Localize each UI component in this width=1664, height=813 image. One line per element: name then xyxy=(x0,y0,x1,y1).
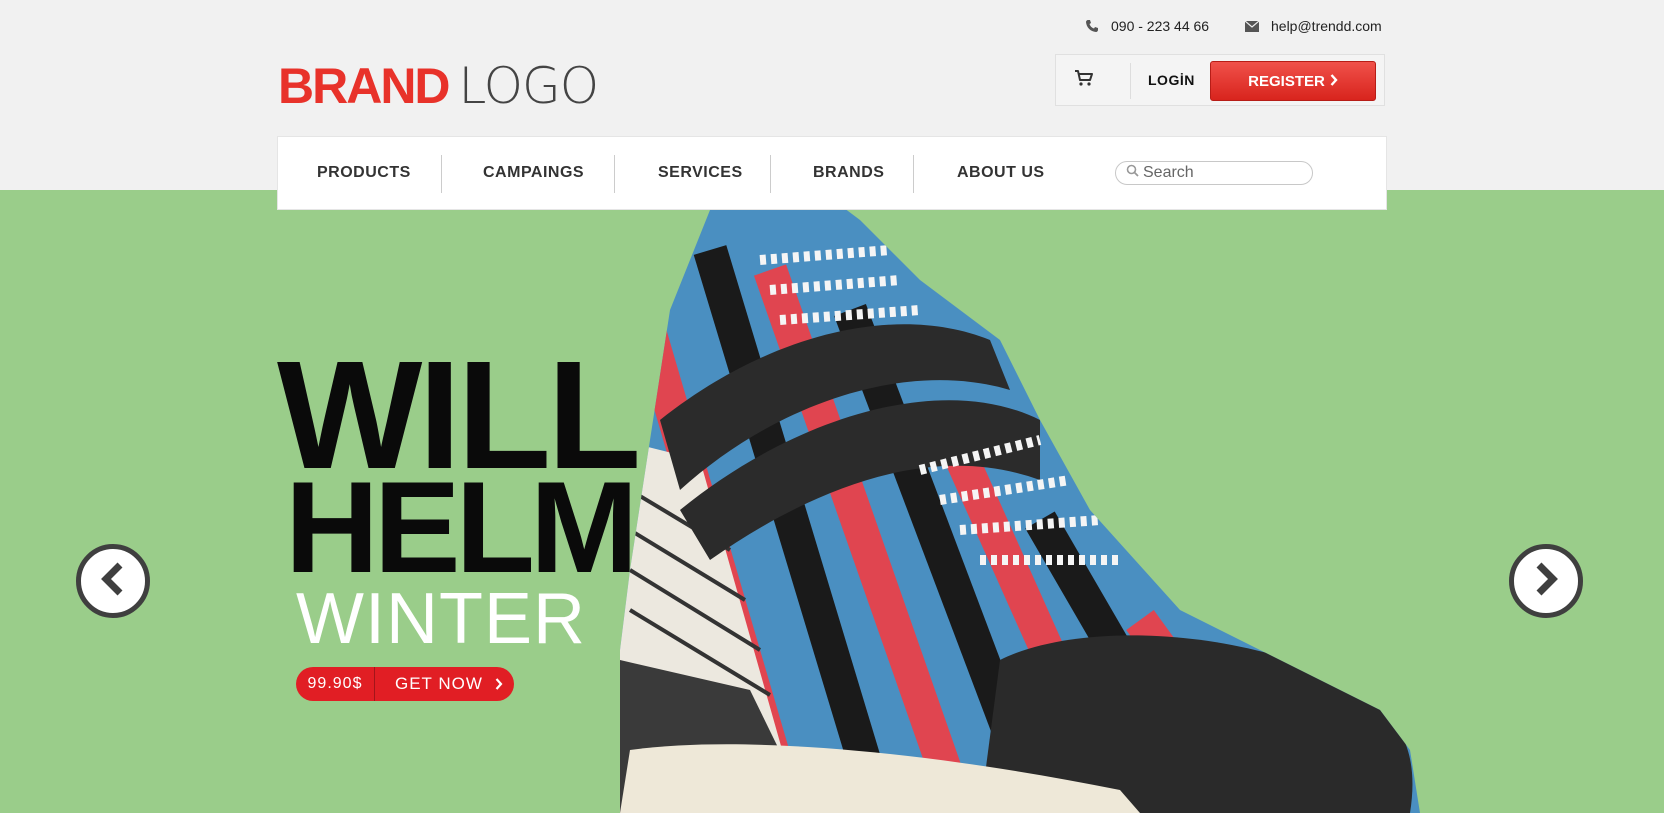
email-address[interactable]: help@trendd.com xyxy=(1271,18,1382,34)
account-box: LOGİN REGISTER xyxy=(1055,54,1385,106)
phone-icon xyxy=(1085,19,1099,33)
nav-item-brands[interactable]: BRANDS xyxy=(813,137,884,209)
logo-part-logo: LOGO xyxy=(458,57,600,115)
mail-icon xyxy=(1245,20,1259,32)
slider-prev-button[interactable] xyxy=(76,544,150,618)
chevron-right-icon xyxy=(1533,562,1559,601)
search-icon xyxy=(1126,164,1139,182)
logo-part-brand: BRAND xyxy=(278,58,451,114)
register-label: REGISTER xyxy=(1248,72,1325,90)
nav-item-services[interactable]: SERVICES xyxy=(658,137,743,209)
brand-logo[interactable]: BRAND LOGO xyxy=(278,56,600,116)
account-divider xyxy=(1130,63,1131,99)
nav-divider xyxy=(913,155,914,193)
main-nav: PRODUCTS CAMPAINGS SERVICES BRANDS ABOUT… xyxy=(277,136,1387,210)
contact-phone: 090 - 223 44 66 xyxy=(1085,18,1209,34)
contact-email: help@trendd.com xyxy=(1245,18,1382,34)
chevron-right-icon xyxy=(495,678,503,690)
chevron-left-icon xyxy=(100,562,126,601)
phone-number: 090 - 223 44 66 xyxy=(1111,18,1210,34)
search-input[interactable] xyxy=(1143,164,1293,182)
login-link[interactable]: LOGİN xyxy=(1148,72,1195,88)
nav-divider xyxy=(441,155,442,193)
get-now-label: GET NOW xyxy=(395,674,483,693)
price-label: 99.90$ xyxy=(296,667,375,701)
slider-next-button[interactable] xyxy=(1509,544,1583,618)
cart-icon[interactable] xyxy=(1074,69,1094,92)
nav-item-about-us[interactable]: ABOUT US xyxy=(957,137,1045,209)
nav-divider xyxy=(770,155,771,193)
search-box xyxy=(1115,161,1313,185)
sneaker-image xyxy=(620,190,1420,813)
nav-item-campaigns[interactable]: CAMPAINGS xyxy=(483,137,584,209)
get-now-button[interactable]: 99.90$ GET NOW xyxy=(296,667,514,701)
nav-item-products[interactable]: PRODUCTS xyxy=(317,137,411,209)
hero-subtitle: WINTER xyxy=(296,579,586,659)
register-button[interactable]: REGISTER xyxy=(1210,61,1376,101)
hero-title-line2: HELM xyxy=(285,454,638,600)
hero-banner: WILL HELM WINTER 99.90$ GET NOW xyxy=(0,190,1664,813)
nav-divider xyxy=(614,155,615,193)
chevron-right-icon xyxy=(1330,73,1338,90)
